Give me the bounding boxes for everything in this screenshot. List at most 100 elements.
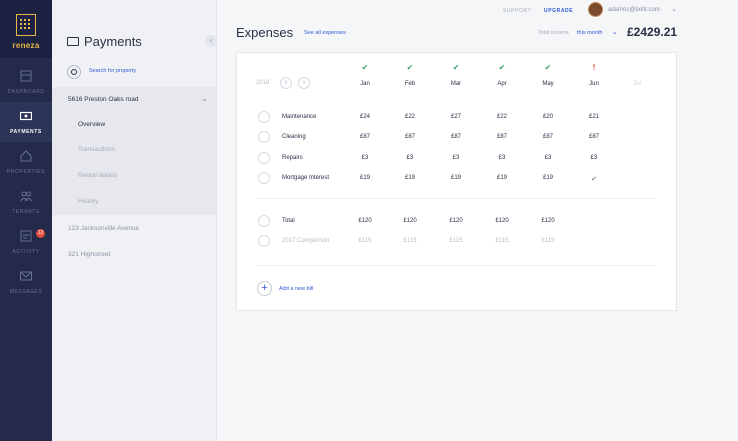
messages-icon [20, 271, 32, 281]
expense-cell[interactable]: £24 [350, 114, 380, 120]
search-property-link[interactable]: Search for property [89, 68, 136, 74]
tenants-icon [20, 191, 32, 202]
subnav-transactions[interactable]: Transactions [78, 146, 115, 153]
upgrade-link[interactable]: UPGRADE [544, 8, 573, 14]
month-header[interactable]: Feb [395, 81, 425, 87]
expense-cell[interactable]: £3 [395, 155, 425, 161]
add-bill-label[interactable]: Add a new bill [279, 286, 313, 292]
collapse-sidebar-button[interactable]: ‹ [205, 35, 217, 47]
expense-cell[interactable]: £120 [533, 218, 563, 224]
subnav-overview[interactable]: Overview [78, 121, 105, 128]
main-nav: reneza DASHBOARD PAYMENTS PROPERTIES TEN… [0, 0, 52, 441]
support-link[interactable]: SUPPORT [503, 8, 531, 14]
expense-cell[interactable]: £3 [350, 155, 380, 161]
expense-cell[interactable]: £22 [487, 114, 517, 120]
month-header[interactable]: Apr [487, 81, 517, 87]
expense-cell[interactable]: ✔ [579, 175, 609, 183]
nav-payments[interactable]: PAYMENTS [0, 102, 52, 142]
expense-cell[interactable]: £21 [579, 114, 609, 120]
divider [257, 265, 656, 266]
expense-cell[interactable]: £20 [533, 114, 563, 120]
expense-cell[interactable]: £115 [533, 238, 563, 244]
divider [257, 198, 656, 199]
next-month-button[interactable]: › [298, 77, 310, 89]
subnav-rental-details[interactable]: Rental details [78, 172, 117, 179]
see-all-expenses-link[interactable]: See all expenses [304, 30, 346, 36]
brand-name: reneza [12, 41, 40, 50]
payments-icon [67, 37, 79, 46]
expense-cell[interactable]: £3 [579, 155, 609, 161]
expense-cell[interactable]: £115 [395, 238, 425, 244]
expense-cell[interactable]: £87 [487, 134, 517, 140]
month-header[interactable]: Mar [441, 81, 471, 87]
expense-cell[interactable]: £87 [395, 134, 425, 140]
expense-cell[interactable]: £115 [441, 238, 471, 244]
expense-cell[interactable]: £19 [487, 175, 517, 181]
page-title: Expenses [236, 25, 294, 40]
expense-cell[interactable]: £87 [533, 134, 563, 140]
warning-icon: ! [592, 63, 596, 72]
chevron-down-icon[interactable]: ⌄ [671, 5, 677, 13]
check-icon: ✔ [361, 63, 369, 72]
logo[interactable]: reneza [0, 0, 52, 58]
home-icon [258, 172, 270, 184]
row-label: 2017 Comparison [282, 238, 330, 244]
nav-tenants[interactable]: TENANTS [0, 182, 52, 222]
expense-cell[interactable]: £120 [350, 218, 380, 224]
maintenance-icon [258, 111, 270, 123]
selected-property-panel [52, 87, 217, 215]
nav-messages-label: MESSAGES [9, 289, 43, 295]
month-header[interactable]: May [533, 81, 563, 87]
nav-activity[interactable]: 12 ACTIVITY [0, 222, 52, 262]
property-item-preston-oaks[interactable]: 5616 Preston Oaks road [68, 96, 138, 103]
month-header[interactable]: Jan [350, 81, 380, 87]
chevron-down-icon[interactable]: ⌄ [612, 28, 618, 36]
row-label: Repairs [282, 155, 303, 161]
sidebar-title: Payments [84, 34, 142, 49]
expense-cell[interactable]: £19 [441, 175, 471, 181]
property-item-highstreet[interactable]: 321 Highstreet [68, 251, 110, 258]
expense-cell[interactable]: £115 [350, 238, 380, 244]
expense-cell[interactable]: £120 [395, 218, 425, 224]
nav-dashboard[interactable]: DASHBOARD [0, 62, 52, 102]
activity-badge: 12 [36, 229, 45, 238]
month-header[interactable]: Jul [622, 81, 652, 87]
expense-cell[interactable]: £87 [579, 134, 609, 140]
check-icon: ✔ [452, 63, 460, 72]
period-select[interactable]: this month [577, 30, 602, 36]
nav-properties[interactable]: PROPERTIES [0, 142, 52, 182]
expenses-card [236, 52, 677, 311]
check-icon: ✔ [544, 63, 552, 72]
expense-cell[interactable]: £19 [350, 175, 380, 181]
expense-cell[interactable]: £22 [395, 114, 425, 120]
check-icon: ✔ [406, 63, 414, 72]
payments-icon [20, 111, 32, 121]
expense-cell[interactable]: £19 [395, 175, 425, 181]
dashboard-icon [20, 70, 32, 82]
expense-cell[interactable]: £3 [441, 155, 471, 161]
nav-messages[interactable]: MESSAGES [0, 262, 52, 302]
pound-icon [258, 215, 270, 227]
avatar[interactable] [588, 2, 603, 17]
expense-cell[interactable]: £120 [441, 218, 471, 224]
user-email[interactable]: adamos@beltr.com [608, 7, 660, 13]
property-item-jacksonville[interactable]: 123 Jacksonville Avenue [68, 225, 139, 232]
expense-cell[interactable]: £120 [487, 218, 517, 224]
nav-tenants-label: TENANTS [12, 209, 40, 215]
expense-cell[interactable]: £19 [533, 175, 563, 181]
month-header[interactable]: Jun [579, 81, 609, 87]
chevron-down-icon[interactable]: ⌄ [201, 94, 208, 103]
expense-cell[interactable]: £3 [533, 155, 563, 161]
expense-cell[interactable]: £115 [487, 238, 517, 244]
expense-cell[interactable]: £87 [350, 134, 380, 140]
search-icon[interactable] [67, 65, 81, 79]
subnav-history[interactable]: History [78, 198, 98, 205]
expense-cell[interactable]: £27 [441, 114, 471, 120]
expense-cell[interactable]: £3 [487, 155, 517, 161]
prev-month-button[interactable]: ‹ [280, 77, 292, 89]
expense-cell[interactable]: £87 [441, 134, 471, 140]
check-icon: ✔ [498, 63, 506, 72]
add-bill-button[interactable]: + [257, 281, 272, 296]
nav-properties-label: PROPERTIES [6, 169, 46, 175]
nav-dashboard-label: DASHBOARD [7, 89, 45, 95]
